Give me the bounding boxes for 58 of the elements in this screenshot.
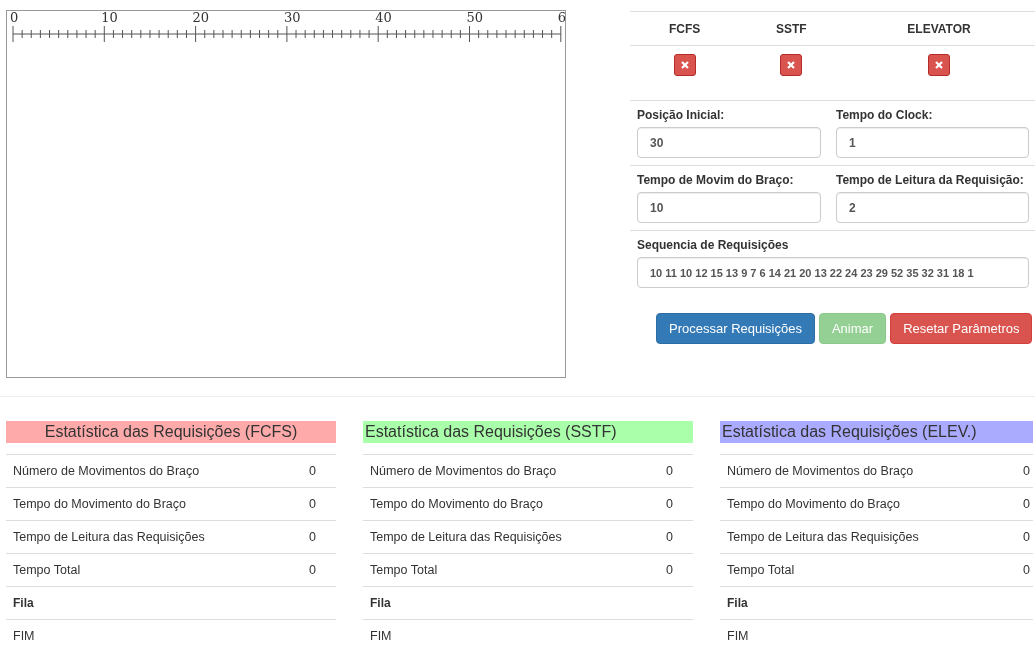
input-field[interactable]: 10 xyxy=(637,192,821,223)
stat-label: Número de Movimentos do Braço xyxy=(727,464,914,478)
field-label: Tempo de Movim do Braço: xyxy=(637,173,795,187)
action-button[interactable]: Processar Requisições xyxy=(656,313,815,344)
ruler-label: 50 xyxy=(466,12,484,25)
queue-label: Fila xyxy=(13,596,34,610)
ruler-label: 40 xyxy=(375,12,392,25)
stat-label: Tempo Total xyxy=(727,563,795,577)
queue-end: FIM xyxy=(13,629,35,643)
field-label: Tempo do Clock: xyxy=(836,108,934,122)
algorithm-header: FCFS xyxy=(669,21,701,36)
stat-label: Tempo do Movimento do Braço xyxy=(13,497,186,511)
ruler-label: 0 xyxy=(10,12,19,25)
queue-end: FIM xyxy=(370,629,392,643)
ruler-label: 6 xyxy=(557,12,565,25)
sequence-field[interactable]: 10 11 10 12 15 13 9 7 6 14 21 20 13 22 24 23 29 52 35 32 31 18 1 xyxy=(637,257,1029,288)
stat-value: 0 xyxy=(1023,563,1030,577)
algorithm-header: SSTF xyxy=(775,21,807,36)
stat-label: Número de Movimentos do Braço xyxy=(13,464,200,478)
stats-title: Estatística das Requisições (FCFS) xyxy=(6,421,336,443)
stat-label: Tempo de Leitura das Requisições xyxy=(727,530,919,544)
close-icon[interactable] xyxy=(780,54,803,76)
queue-label: Fila xyxy=(370,596,391,610)
ruler-label: 20 xyxy=(192,12,210,25)
stats-title: Estatística das Requisições (ELEV.) xyxy=(720,421,1033,443)
queue-end: FIM xyxy=(727,629,749,643)
stat-value: 0 xyxy=(666,530,673,544)
ruler-label: 10 xyxy=(101,12,118,25)
stat-label: Tempo Total xyxy=(13,563,81,577)
stat-value: 0 xyxy=(309,530,316,544)
stat-value: 0 xyxy=(1023,464,1030,478)
close-icon[interactable] xyxy=(928,54,951,76)
stats-title: Estatística das Requisições (SSTF) xyxy=(363,421,693,443)
queue-label: Fila xyxy=(727,596,748,610)
stat-value: 0 xyxy=(666,464,673,478)
stat-label: Tempo do Movimento do Braço xyxy=(727,497,900,511)
stat-value: 0 xyxy=(309,497,316,511)
stat-value: 0 xyxy=(666,563,673,577)
stat-value: 0 xyxy=(1023,530,1030,544)
field-label: Tempo de Leitura da Requisição: xyxy=(836,173,1025,187)
stat-label: Número de Movimentos do Braço xyxy=(370,464,557,478)
stat-value: 0 xyxy=(666,497,673,511)
field-label: Posição Inicial: xyxy=(637,108,726,122)
close-icon[interactable] xyxy=(673,54,696,76)
stat-label: Tempo de Leitura das Requisições xyxy=(13,530,205,544)
input-field[interactable]: 30 xyxy=(637,127,821,158)
ruler-label: 30 xyxy=(283,12,301,25)
stat-value: 0 xyxy=(309,563,316,577)
stat-label: Tempo Total xyxy=(370,563,438,577)
stat-value: 0 xyxy=(1023,497,1030,511)
algorithm-header: ELEVATOR xyxy=(907,21,971,36)
stat-label: Tempo de Leitura das Requisições xyxy=(370,530,562,544)
field-label: Sequencia de Requisições xyxy=(637,238,790,252)
input-field[interactable]: 1 xyxy=(836,127,1029,158)
input-field[interactable]: 2 xyxy=(836,192,1029,223)
action-button[interactable]: Resetar Parâmetros xyxy=(890,313,1033,344)
stat-value: 0 xyxy=(309,464,316,478)
stat-label: Tempo do Movimento do Braço xyxy=(370,497,543,511)
